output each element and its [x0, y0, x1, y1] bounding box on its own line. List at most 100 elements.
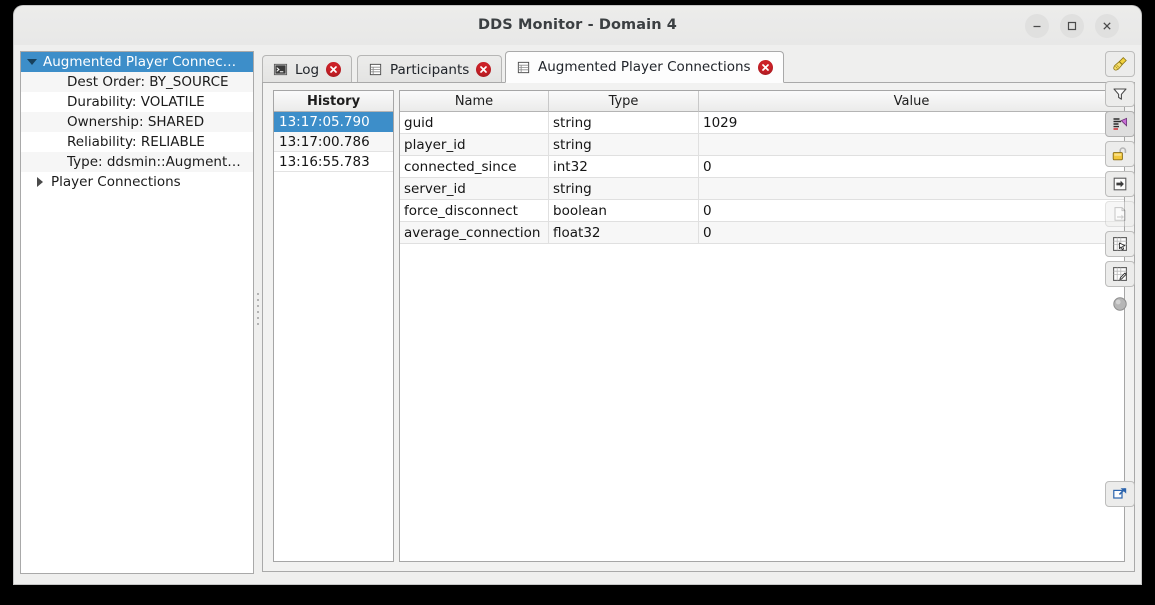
table-select-icon — [1113, 237, 1127, 251]
cell-name: player_id — [400, 134, 549, 155]
unlock-icon — [1112, 147, 1127, 161]
table-row[interactable]: server_id string — [400, 178, 1124, 200]
cell-type: boolean — [549, 200, 699, 221]
column-header-name[interactable]: Name — [400, 91, 549, 112]
copy-document-button — [1105, 201, 1135, 227]
maximize-icon — [1067, 21, 1077, 31]
topic-tree[interactable]: Augmented Player Connec… Dest Order: BY_… — [20, 51, 254, 574]
history-list[interactable]: History 13:17:05.790 13:17:00.786 13:16:… — [273, 90, 394, 562]
history-row[interactable]: 13:16:55.783 — [274, 152, 393, 172]
table-select-button[interactable] — [1105, 231, 1135, 257]
export-button[interactable] — [1105, 171, 1135, 197]
data-table[interactable]: Name Type Value guid string 1029 player_… — [399, 90, 1125, 562]
history-column-header[interactable]: History — [274, 91, 393, 112]
filter-button[interactable] — [1105, 81, 1135, 107]
popout-button[interactable] — [1105, 481, 1135, 507]
tab-close-button[interactable] — [476, 62, 492, 77]
cell-name: force_disconnect — [400, 200, 549, 221]
tab-augmented-player-connections[interactable]: Augmented Player Connections — [505, 51, 784, 83]
cell-value: 0 — [703, 202, 712, 219]
tree-item-label: Durability: VOLATILE — [67, 94, 205, 110]
tab-participants[interactable]: Participants — [357, 55, 503, 83]
popout-icon — [1113, 488, 1127, 499]
table-row[interactable]: player_id string — [400, 134, 1124, 156]
filter-icon — [1113, 88, 1127, 100]
cell-value — [699, 178, 1124, 199]
window-title: DDS Monitor - Domain 4 — [478, 17, 677, 33]
cell-value — [699, 134, 1124, 155]
cell-type: float32 — [549, 222, 699, 243]
table-edit-icon — [1113, 267, 1127, 281]
tree-item-label: Type: ddsmin::Augment… — [67, 154, 241, 170]
cell-value: 0 — [703, 158, 712, 175]
table-icon — [517, 61, 530, 73]
table-row[interactable]: force_disconnect boolean 0 — [400, 200, 1124, 222]
table-row[interactable]: guid string 1029 — [400, 112, 1124, 134]
tab-bar: Log Participants Augmented Player Connec… — [262, 51, 1135, 83]
tab-label: Participants — [390, 61, 470, 78]
close-icon — [480, 66, 488, 73]
record-button[interactable] — [1105, 291, 1135, 317]
tab-close-button[interactable] — [326, 62, 342, 77]
history-row[interactable]: 13:17:05.790 — [274, 112, 393, 132]
cell-type: int32 — [549, 156, 699, 177]
minimize-button[interactable] — [1025, 14, 1049, 38]
tree-item-durability[interactable]: Durability: VOLATILE — [21, 92, 253, 112]
tree-item-type[interactable]: Type: ddsmin::Augment… — [21, 152, 253, 172]
window-body: Augmented Player Connec… Dest Order: BY_… — [14, 45, 1141, 584]
close-icon — [761, 63, 769, 71]
chevron-right-icon[interactable] — [29, 177, 51, 187]
clear-button[interactable] — [1105, 51, 1135, 77]
tab-label: Log — [295, 61, 320, 78]
history-timestamp: 13:17:00.786 — [279, 133, 370, 150]
edit-list-icon — [1113, 117, 1127, 130]
tab-page: History 13:17:05.790 13:17:00.786 13:16:… — [262, 82, 1135, 572]
cell-name: connected_since — [400, 156, 549, 177]
application-window: DDS Monitor - Domain 4 Augmented Player … — [14, 6, 1141, 584]
edit-columns-button[interactable] — [1105, 111, 1135, 137]
tab-label: Augmented Player Connections — [538, 59, 751, 75]
history-timestamp: 13:16:55.783 — [279, 153, 370, 170]
history-row[interactable]: 13:17:00.786 — [274, 132, 393, 152]
cell-type: string — [549, 134, 699, 155]
cell-name: server_id — [400, 178, 549, 199]
export-icon — [1113, 177, 1127, 191]
terminal-icon — [273, 63, 288, 76]
chevron-down-icon[interactable] — [21, 59, 43, 65]
tree-item-label: Ownership: SHARED — [67, 114, 205, 130]
table-edit-button[interactable] — [1105, 261, 1135, 287]
record-icon — [1113, 297, 1127, 311]
tree-item-ownership[interactable]: Ownership: SHARED — [21, 112, 253, 132]
unlock-button[interactable] — [1105, 141, 1135, 167]
column-header-type[interactable]: Type — [549, 91, 699, 112]
tab-close-button[interactable] — [757, 59, 773, 75]
close-icon — [1103, 22, 1111, 30]
maximize-button[interactable] — [1060, 14, 1084, 38]
title-bar: DDS Monitor - Domain 4 — [14, 6, 1141, 46]
table-row[interactable]: connected_since int32 0 — [400, 156, 1124, 178]
tree-item-reliability[interactable]: Reliability: RELIABLE — [21, 132, 253, 152]
cell-type: string — [549, 178, 699, 199]
side-toolbar — [1105, 51, 1135, 572]
table-header-row: Name Type Value — [400, 91, 1124, 112]
cell-name: guid — [400, 112, 549, 133]
cell-value: 0 — [703, 224, 712, 241]
cell-value: 1029 — [703, 114, 738, 131]
panel-splitter[interactable] — [254, 51, 262, 572]
close-icon — [330, 66, 337, 73]
tab-area: Log Participants Augmented Player Connec… — [262, 51, 1135, 572]
close-button[interactable] — [1095, 14, 1119, 38]
history-timestamp: 13:17:05.790 — [279, 113, 370, 130]
cell-name: average_connection — [400, 222, 549, 243]
column-header-value[interactable]: Value — [699, 91, 1124, 112]
tree-item-label: Dest Order: BY_SOURCE — [67, 74, 229, 90]
tree-item-label: Augmented Player Connec… — [43, 54, 237, 70]
table-icon — [369, 63, 382, 76]
tree-item-label: Reliability: RELIABLE — [67, 134, 205, 150]
tree-item-player-connections[interactable]: Player Connections — [21, 172, 253, 192]
tree-item-augmented-player-connections[interactable]: Augmented Player Connec… — [21, 52, 253, 72]
cell-type: string — [549, 112, 699, 133]
tree-item-dest-order[interactable]: Dest Order: BY_SOURCE — [21, 72, 253, 92]
tab-log[interactable]: Log — [262, 55, 353, 83]
table-row[interactable]: average_connection float32 0 — [400, 222, 1124, 244]
